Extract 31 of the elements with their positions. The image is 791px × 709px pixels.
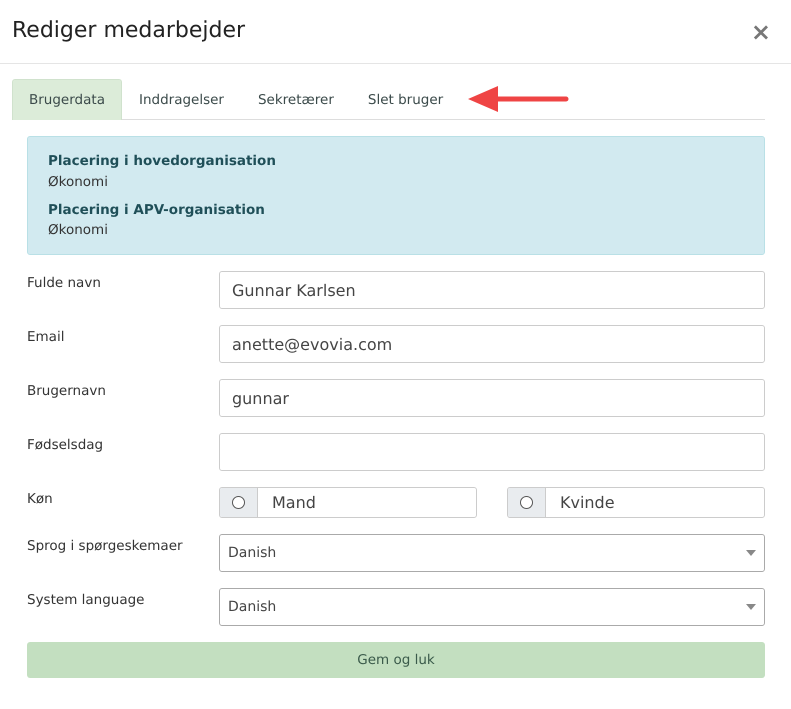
dropdown[interactable]: Danish bbox=[219, 588, 765, 626]
tab[interactable]: Slet bruger bbox=[350, 79, 460, 120]
tab[interactable]: Sekretærer bbox=[240, 79, 351, 120]
radio-button[interactable] bbox=[520, 496, 533, 510]
dialog-title: Rediger medarbejder bbox=[12, 18, 246, 45]
tab[interactable]: Brugerdata bbox=[12, 79, 122, 120]
radio-option[interactable]: Kvinde bbox=[507, 487, 765, 518]
save-button[interactable]: Gem og luk bbox=[27, 642, 765, 678]
input-field[interactable]: gunnar bbox=[219, 379, 765, 418]
input-field[interactable]: anette@evovia.com bbox=[219, 325, 765, 364]
field-label: Email bbox=[27, 328, 66, 348]
field-label: Sprog i spørgeskemaer bbox=[27, 537, 184, 556]
input-field[interactable] bbox=[219, 433, 765, 472]
input-field[interactable]: Gunnar Karlsen bbox=[219, 271, 765, 310]
close-button[interactable]: × bbox=[742, 20, 779, 44]
field-label: Fødselsdag bbox=[27, 436, 104, 456]
caret-icon bbox=[746, 550, 756, 556]
radio-option[interactable]: Mand bbox=[219, 487, 477, 518]
tab[interactable]: Inddragelser bbox=[122, 79, 241, 120]
field-label: Brugernavn bbox=[27, 382, 107, 402]
field-label: System language bbox=[27, 591, 146, 610]
dropdown[interactable]: Danish bbox=[219, 534, 765, 572]
info-heading: Placering i APV-organisation bbox=[48, 200, 266, 220]
field-label: Fulde navn bbox=[27, 274, 102, 294]
annotation-arrow-icon bbox=[466, 84, 570, 114]
info-heading: Placering i hovedorganisation bbox=[48, 152, 277, 172]
radio-button[interactable] bbox=[232, 496, 245, 510]
field-label: Køn bbox=[27, 490, 54, 510]
info-value: Økonomi bbox=[48, 221, 109, 240]
info-value: Økonomi bbox=[48, 172, 109, 192]
caret-icon bbox=[746, 604, 756, 610]
